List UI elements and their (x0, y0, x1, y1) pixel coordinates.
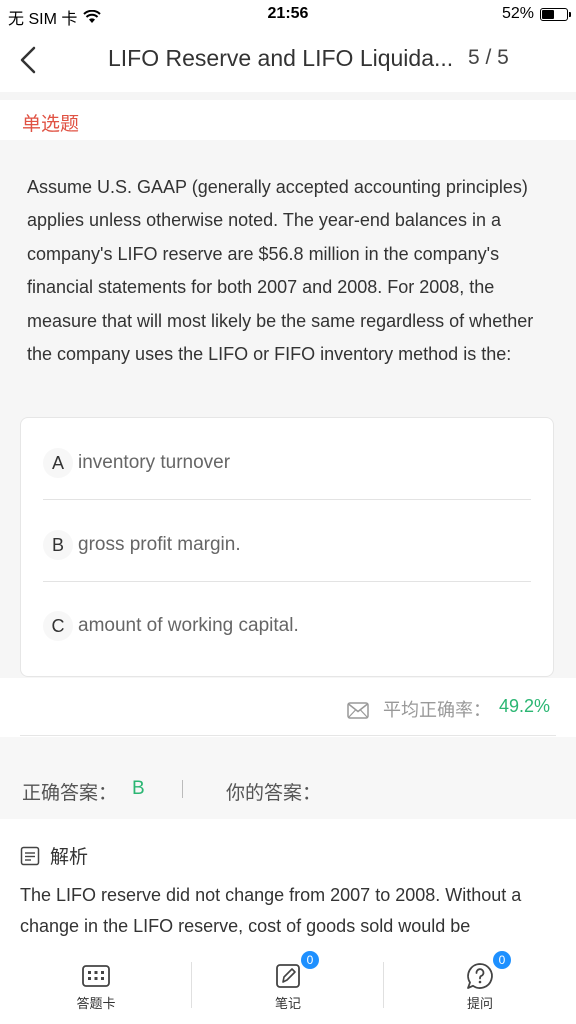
accuracy-value: 49.2% (499, 696, 551, 716)
status-bar: 无 SIM 卡 21:56 52% (0, 0, 576, 30)
analysis-text: The LIFO reserve did not change from 200… (20, 885, 522, 936)
option-c[interactable]: C amount of working capital. (21, 611, 553, 691)
back-button[interactable] (12, 42, 48, 78)
option-text: inventory turnover (78, 452, 231, 473)
tab-label: 答题卡 (76, 996, 116, 1011)
correct-answer-label: 正确答案： (22, 783, 118, 804)
tab-label: 笔记 (274, 996, 301, 1011)
accuracy-label: 平均正确率： (383, 700, 491, 720)
analysis-title: 解析 (50, 847, 89, 868)
tab-answer-card[interactable]: 答题卡 (0, 948, 192, 1024)
bottom-tab-bar: 答题卡 0 笔记 0 提问 (0, 948, 576, 1024)
option-letter: C (43, 611, 73, 641)
notes-badge: 0 (301, 951, 319, 969)
option-b[interactable]: B gross profit margin. (21, 530, 553, 610)
question-type-label: 单选题 (22, 114, 80, 135)
option-text: gross profit margin. (78, 534, 241, 555)
option-divider (43, 581, 531, 582)
accuracy-row: 平均正确率： 49.2% (0, 680, 576, 736)
battery-fill (542, 9, 554, 19)
questions-badge: 0 (493, 951, 511, 969)
answer-area: 正确答案： B 你的答案： (0, 737, 576, 819)
option-letter: A (43, 448, 73, 478)
tab-label: 提问 (466, 996, 493, 1011)
analysis-header: 解析 (20, 842, 88, 869)
divider-band (0, 92, 576, 100)
answer-card-icon (82, 965, 110, 987)
nav-bar: LIFO Reserve and LIFO Liquida... 5 / 5 (0, 30, 576, 92)
battery-icon (540, 7, 571, 21)
status-time: 21:56 (267, 5, 309, 22)
status-right: 52% (501, 5, 571, 23)
your-answer-label: 你的答案： (226, 783, 322, 804)
tab-ask[interactable]: 0 提问 (384, 948, 576, 1024)
option-letter: B (43, 530, 73, 560)
option-divider (43, 499, 531, 500)
page-title: LIFO Reserve and LIFO Liquida... (108, 45, 454, 71)
option-text: amount of working capital. (78, 615, 299, 636)
chevron-left-icon (20, 46, 36, 74)
answer-divider (182, 780, 183, 798)
battery-percent: 52% (501, 5, 534, 22)
note-icon (276, 964, 300, 988)
mail-icon[interactable] (347, 702, 369, 719)
document-icon (20, 846, 40, 865)
option-a[interactable]: A inventory turnover (21, 448, 553, 528)
options-card: A inventory turnover B gross profit marg… (20, 417, 554, 677)
stats-divider (20, 735, 556, 736)
question-counter: 5 / 5 (468, 46, 509, 69)
tab-notes[interactable]: 0 笔记 (192, 948, 384, 1024)
question-icon (467, 963, 493, 989)
question-text: Assume U.S. GAAP (generally accepted acc… (27, 177, 534, 365)
correct-answer-value: B (132, 778, 145, 799)
